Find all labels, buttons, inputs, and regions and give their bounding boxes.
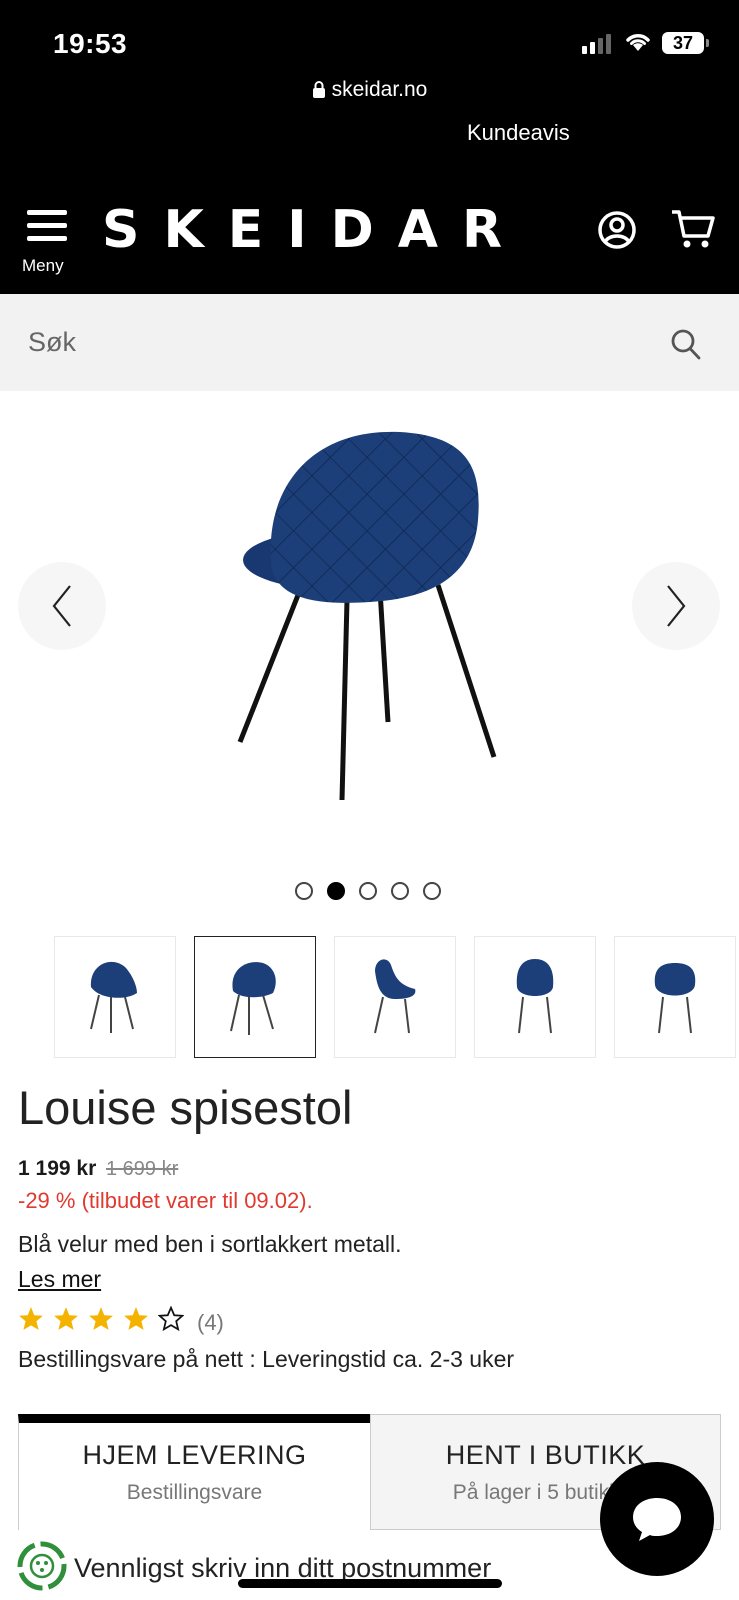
battery-cap: [706, 39, 709, 47]
chevron-right-icon: [667, 585, 686, 627]
gallery-dots: [295, 882, 441, 900]
battery-icon: 37: [662, 32, 704, 54]
hamburger-icon: [27, 210, 67, 215]
chair-thumbnail-image: [230, 962, 276, 1035]
recycle-badge-icon[interactable]: [12, 1536, 72, 1596]
gallery-dot[interactable]: [295, 882, 313, 900]
menu-label: Meny: [22, 256, 64, 275]
top-header: 19:53 37 skeidar.no Kundeavis Meny SKEID…: [0, 0, 739, 294]
chair-thumbnail-image: [516, 959, 554, 1034]
thumbnail[interactable]: [54, 936, 176, 1058]
product-price: 1 199 kr: [18, 1157, 97, 1180]
cart-icon[interactable]: [670, 208, 716, 250]
product-main-image: [237, 431, 497, 801]
rating-stars[interactable]: [18, 1306, 184, 1331]
recycle-icon: [17, 1541, 67, 1591]
chair-thumbnail-image: [654, 963, 696, 1034]
product-old-price: 1 699 kr: [106, 1158, 179, 1180]
url-bar[interactable]: skeidar.no: [0, 78, 739, 102]
url-text: skeidar.no: [331, 78, 428, 101]
search-bar: [0, 294, 739, 391]
star-filled-icon: [89, 1307, 113, 1330]
delivery-info: Bestillingsvare på nett : Leveringstid c…: [18, 1346, 515, 1372]
gallery-next-button[interactable]: [632, 562, 720, 650]
kundeavis-link[interactable]: Kundeavis: [467, 120, 570, 146]
search-input[interactable]: [28, 320, 628, 364]
thumbnail[interactable]: [334, 936, 456, 1058]
product-title: Louise spisestol: [18, 1081, 353, 1134]
rating-count[interactable]: (4): [197, 1310, 224, 1336]
star-filled-icon: [19, 1307, 43, 1330]
menu-button[interactable]: [22, 210, 72, 249]
gallery-dot[interactable]: [391, 882, 409, 900]
tab-home-sub: Bestillingsvare: [126, 1481, 263, 1504]
gallery-dot-active[interactable]: [327, 882, 345, 900]
hamburger-bar: [27, 236, 67, 241]
read-more-link[interactable]: Les mer: [18, 1266, 101, 1293]
hamburger-bar: [27, 223, 67, 228]
wifi-icon: [626, 34, 650, 51]
skeidar-logo[interactable]: SKEIDAR: [102, 200, 526, 260]
search-icon[interactable]: [670, 328, 702, 362]
tab-home-title: HJEM LEVERING: [82, 1440, 307, 1470]
thumbnail[interactable]: [474, 936, 596, 1058]
thumbnail-selected[interactable]: [194, 936, 316, 1058]
chair-thumbnail-image: [374, 959, 416, 1034]
status-time: 19:53: [53, 28, 128, 59]
chair-thumbnail-image: [90, 961, 137, 1033]
gallery-prev-button[interactable]: [18, 562, 106, 650]
product-description: Blå velur med ben i sortlakkert metall.: [18, 1231, 402, 1257]
gallery-dot[interactable]: [423, 882, 441, 900]
signal-icon: [582, 34, 611, 54]
gallery-dot[interactable]: [359, 882, 377, 900]
home-indicator: [238, 1579, 502, 1588]
discount-text: -29 % (tilbudet varer til 09.02).: [18, 1188, 313, 1213]
user-account-icon[interactable]: [597, 210, 637, 250]
chevron-left-icon: [52, 585, 71, 627]
star-empty-icon: [158, 1306, 184, 1331]
star-filled-icon: [54, 1307, 78, 1330]
thumbnail[interactable]: [614, 936, 736, 1058]
chat-button[interactable]: [600, 1462, 714, 1576]
chat-bubble-icon: [633, 1498, 681, 1541]
thumbnail-strip: [54, 936, 736, 1058]
lock-icon: [312, 81, 325, 98]
star-filled-icon: [124, 1307, 148, 1330]
tab-home-delivery[interactable]: HJEM LEVERING Bestillingsvare: [18, 1414, 370, 1530]
